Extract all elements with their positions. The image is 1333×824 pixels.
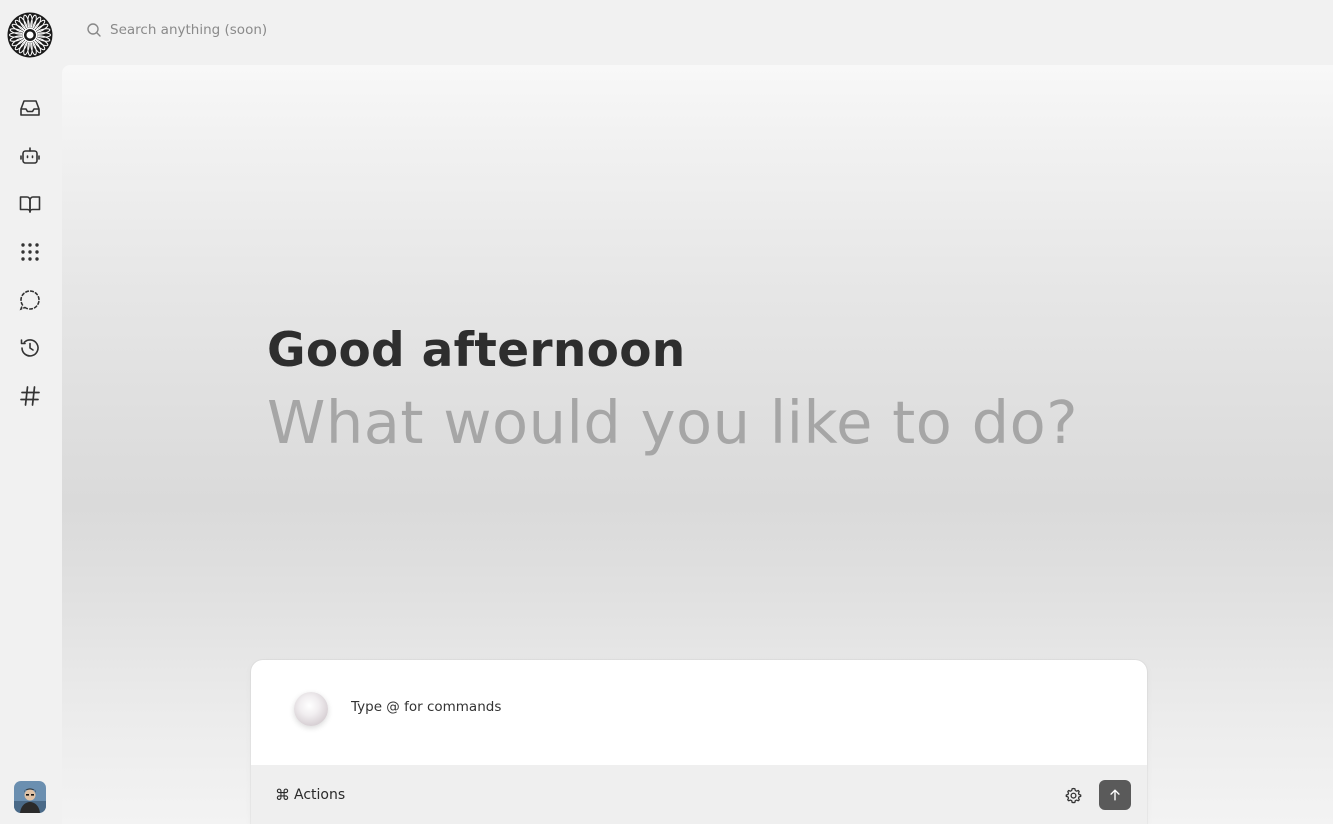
main-panel: Good afternoon What would you like to do… (62, 65, 1333, 824)
global-search[interactable] (80, 14, 400, 46)
sidebar-item-agents[interactable] (17, 143, 43, 169)
dashed-chat-icon (19, 290, 40, 311)
hash-icon (20, 386, 40, 406)
sidebar-item-library[interactable] (17, 191, 43, 217)
prompt-subtitle: What would you like to do? (267, 388, 1079, 457)
send-button[interactable] (1099, 780, 1131, 810)
history-icon (20, 339, 39, 357)
gear-icon (1065, 787, 1081, 803)
sidebar-item-inbox[interactable] (17, 95, 43, 121)
greeting-title: Good afternoon (267, 323, 686, 378)
user-avatar[interactable] (14, 781, 46, 813)
assistant-orb-icon (294, 692, 328, 726)
sidebar-item-apps[interactable] (17, 239, 43, 265)
flower-logo[interactable] (7, 12, 53, 58)
composer: ⌘ Actions (251, 660, 1147, 824)
sidebar (0, 0, 62, 824)
bot-icon (20, 147, 40, 164)
settings-button[interactable] (1063, 785, 1083, 805)
sidebar-item-channels[interactable] (17, 383, 43, 409)
arrow-up-icon (1110, 789, 1120, 801)
composer-input[interactable] (351, 694, 1051, 720)
avatar-image (14, 781, 46, 813)
actions-label: Actions (294, 787, 346, 803)
search-input[interactable] (110, 22, 390, 38)
actions-button[interactable]: ⌘ Actions (275, 785, 345, 805)
inbox-icon (20, 100, 40, 116)
sidebar-item-history[interactable] (17, 335, 43, 361)
command-key-icon: ⌘ (275, 786, 290, 804)
composer-toolbar: ⌘ Actions (251, 765, 1147, 824)
book-open-icon (19, 196, 41, 213)
search-icon (87, 23, 101, 37)
grid-dots-icon (21, 243, 39, 261)
flower-logo-icon (7, 12, 53, 58)
sidebar-item-chat[interactable] (17, 287, 43, 313)
